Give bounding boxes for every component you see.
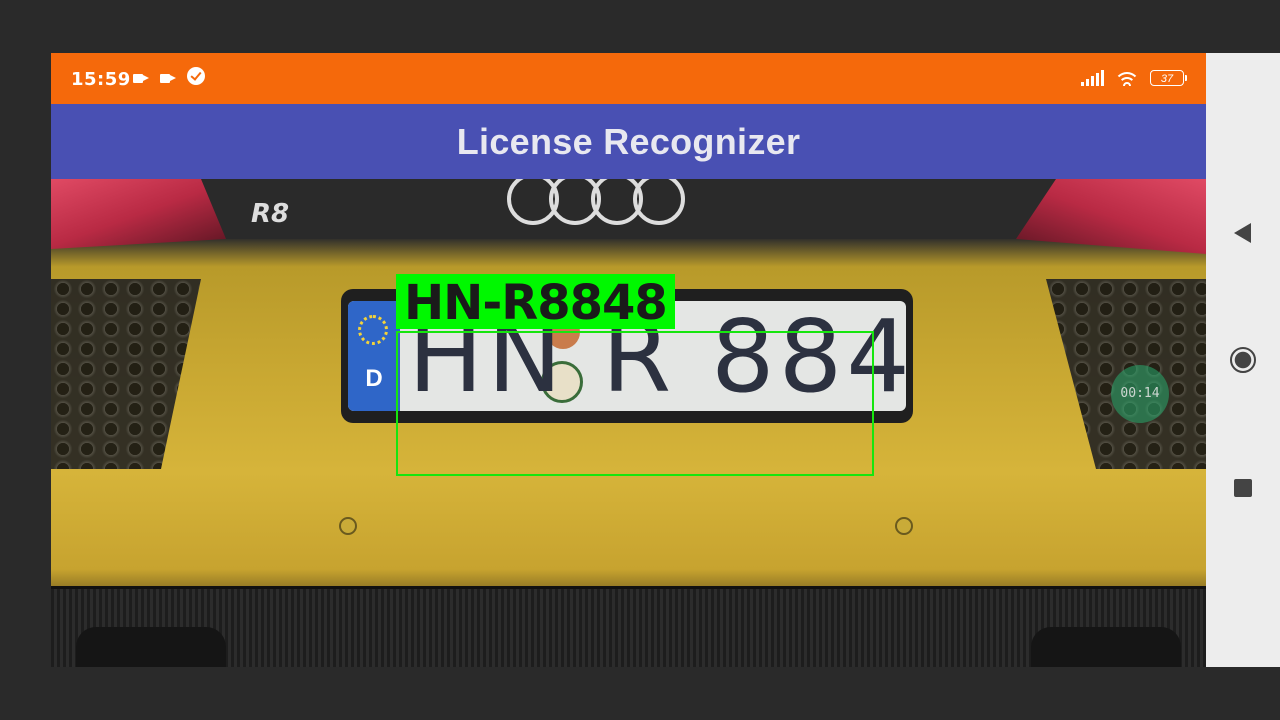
app-bar: License Recognizer: [51, 104, 1206, 179]
app-title: License Recognizer: [456, 120, 801, 162]
check-circle-icon: [187, 67, 205, 85]
camera-preview[interactable]: R8 D HN R 8848 HN-R8848 00:14: [51, 179, 1206, 667]
home-icon[interactable]: [1228, 345, 1258, 375]
battery-indicator: 37: [1150, 70, 1187, 86]
bumper-sensor: [339, 517, 357, 535]
signal-icon: [1081, 70, 1104, 86]
video-camera-icon: [160, 72, 176, 84]
status-bar: 15:59 37: [51, 53, 1206, 104]
status-system-icons: 37: [1081, 70, 1187, 86]
taillight-left: [51, 179, 226, 249]
model-badge: R8: [251, 199, 290, 229]
wifi-icon: [1116, 70, 1138, 86]
bumper-sensor: [895, 517, 913, 535]
navigation-bar: [1206, 53, 1280, 667]
recents-icon[interactable]: [1228, 473, 1258, 503]
grille-left: [51, 279, 201, 469]
back-icon[interactable]: [1228, 218, 1258, 248]
audi-rings-logo: [507, 179, 685, 225]
video-camera-icon: [133, 72, 149, 84]
detection-label: HN-R8848: [396, 274, 675, 331]
country-code: D: [365, 365, 383, 392]
status-time: 15:59: [71, 69, 131, 90]
exhaust-right: [1031, 627, 1181, 667]
recording-timer-bubble[interactable]: 00:14: [1111, 365, 1169, 423]
detection-bounding-box: [396, 331, 874, 476]
eu-stars-icon: [358, 315, 388, 345]
exhaust-left: [76, 627, 226, 667]
phone-screen: 15:59 37 License Recognizer R8 D HN R 88…: [51, 53, 1206, 667]
eu-band: D: [348, 301, 400, 411]
status-notification-icons: [133, 67, 205, 85]
